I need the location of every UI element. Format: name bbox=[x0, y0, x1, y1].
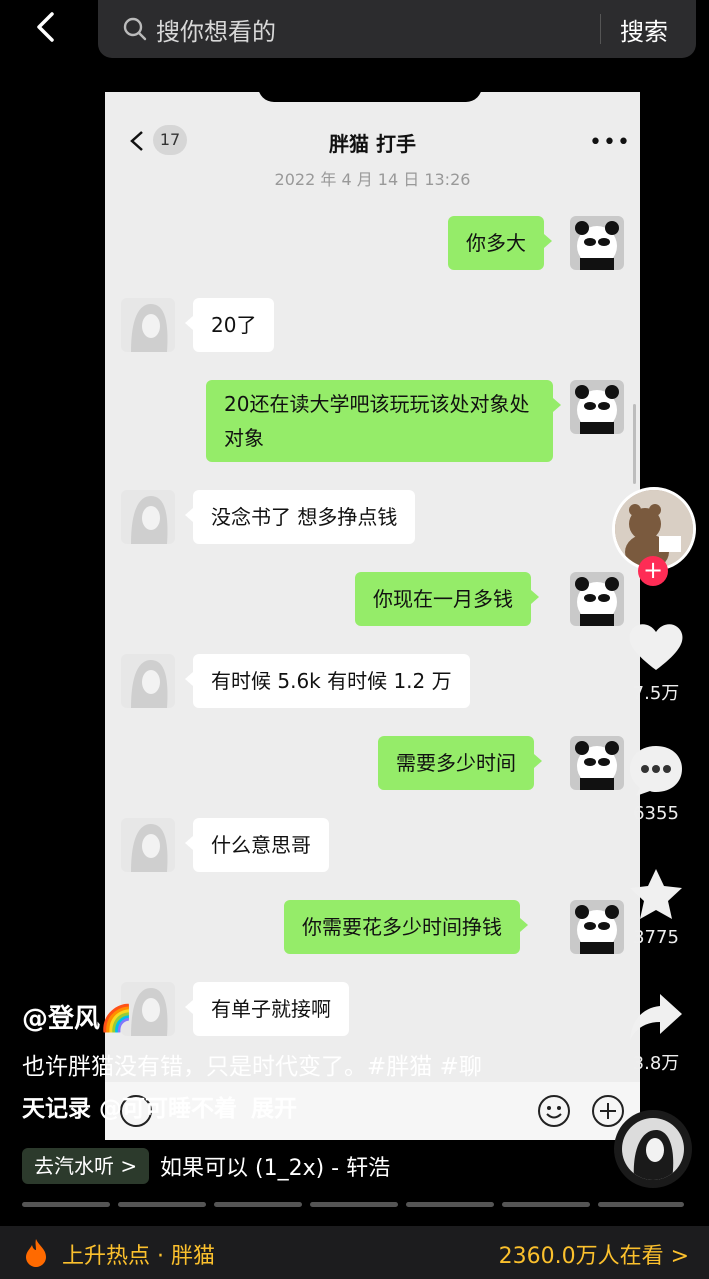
message-bubble: 有单子就接啊 bbox=[185, 982, 349, 1036]
chat-timestamp: 2022 年 4 月 14 日 13:26 bbox=[274, 170, 471, 189]
like-button[interactable]: 7.5万 bbox=[616, 618, 696, 705]
message-bubble: 20了 bbox=[184, 298, 275, 352]
music-disc[interactable] bbox=[614, 1110, 692, 1188]
message-bubble: 你多大 bbox=[448, 216, 552, 270]
music-tag[interactable]: 去汽水听 > bbox=[22, 1148, 150, 1184]
share-button[interactable]: 3.8万 bbox=[616, 990, 696, 1075]
comment-count: 6355 bbox=[633, 803, 679, 824]
avatar bbox=[570, 216, 624, 270]
comment-button[interactable]: 6355 bbox=[616, 742, 696, 824]
panda-avatar-icon bbox=[575, 221, 619, 270]
avatar bbox=[121, 298, 175, 352]
expand-button[interactable]: 展开 bbox=[251, 1096, 297, 1122]
song-title[interactable]: 如果可以 (1_2x) - 轩浩 bbox=[160, 1150, 390, 1182]
more-icon: ••• bbox=[589, 130, 631, 155]
message-bubble: 有时候 5.6k 有时候 1.2 万 bbox=[185, 654, 470, 708]
heart-icon bbox=[629, 624, 683, 670]
message-bubble: 没念书了 想多挣点钱 bbox=[184, 490, 416, 544]
message-bubble: 20还在读大学吧该玩玩该处对象处对象 bbox=[206, 380, 561, 462]
chat-screenshot: 17 胖猫 打手 ••• 2022 年 4 月 14 日 13:26 你多大 2… bbox=[105, 92, 640, 1140]
description-line: 天记录 @可可睡不着 bbox=[22, 1096, 238, 1122]
hot-topic-bar[interactable]: 上升热点 · 胖猫 2360.0万人在看 > bbox=[0, 1226, 709, 1279]
chat-scrollbar bbox=[633, 404, 636, 484]
avatar bbox=[570, 380, 624, 434]
search-divider bbox=[600, 14, 601, 44]
author-name[interactable]: @登风🌈 bbox=[22, 998, 132, 1035]
chat-title: 胖猫 打手 bbox=[329, 132, 416, 156]
star-icon bbox=[630, 869, 682, 919]
message-bubble: 需要多少时间 bbox=[378, 736, 542, 790]
search-bar[interactable]: 搜你想看的 搜索 bbox=[98, 0, 696, 58]
avatar bbox=[121, 654, 175, 708]
fire-icon bbox=[26, 1239, 46, 1267]
follow-button[interactable]: + bbox=[638, 556, 668, 586]
music-cover-icon bbox=[622, 1118, 684, 1180]
share-icon bbox=[630, 994, 682, 1040]
search-button[interactable]: 搜索 bbox=[620, 12, 668, 47]
girl-avatar-icon bbox=[131, 660, 168, 708]
comment-icon bbox=[630, 746, 682, 796]
panda-avatar-icon bbox=[575, 385, 619, 434]
video-progress[interactable] bbox=[22, 1202, 684, 1208]
search-icon bbox=[123, 17, 147, 41]
girl-avatar-icon bbox=[131, 824, 168, 872]
back-button[interactable] bbox=[30, 10, 64, 44]
favorite-button[interactable]: 3775 bbox=[616, 866, 696, 948]
video-description: 也许胖猫没有错，只是时代变了。#胖猫 #聊 天记录 @可可睡不着 展开 bbox=[22, 1046, 582, 1130]
search-input[interactable]: 搜你想看的 bbox=[156, 12, 276, 47]
girl-avatar-icon bbox=[131, 496, 168, 544]
message-bubble: 你需要花多少时间挣钱 bbox=[284, 900, 528, 954]
avatar bbox=[121, 818, 175, 872]
share-count: 3.8万 bbox=[632, 1053, 680, 1074]
message-bubble: 你现在一月多钱 bbox=[355, 572, 539, 626]
watching-count: 2360.0万人在看 > bbox=[498, 1244, 689, 1269]
like-count: 7.5万 bbox=[632, 683, 680, 704]
avatar bbox=[121, 490, 175, 544]
message-bubble: 什么意思哥 bbox=[185, 818, 329, 872]
hot-topic-label: 上升热点 · 胖猫 bbox=[62, 1244, 215, 1269]
girl-avatar-icon bbox=[131, 304, 168, 352]
phone-notch bbox=[258, 86, 482, 102]
add-icon bbox=[592, 1095, 624, 1127]
chevron-left-icon bbox=[37, 12, 54, 42]
description-line: 也许胖猫没有错，只是时代变了。#胖猫 #聊 bbox=[22, 1054, 482, 1080]
favorite-count: 3775 bbox=[633, 927, 679, 948]
